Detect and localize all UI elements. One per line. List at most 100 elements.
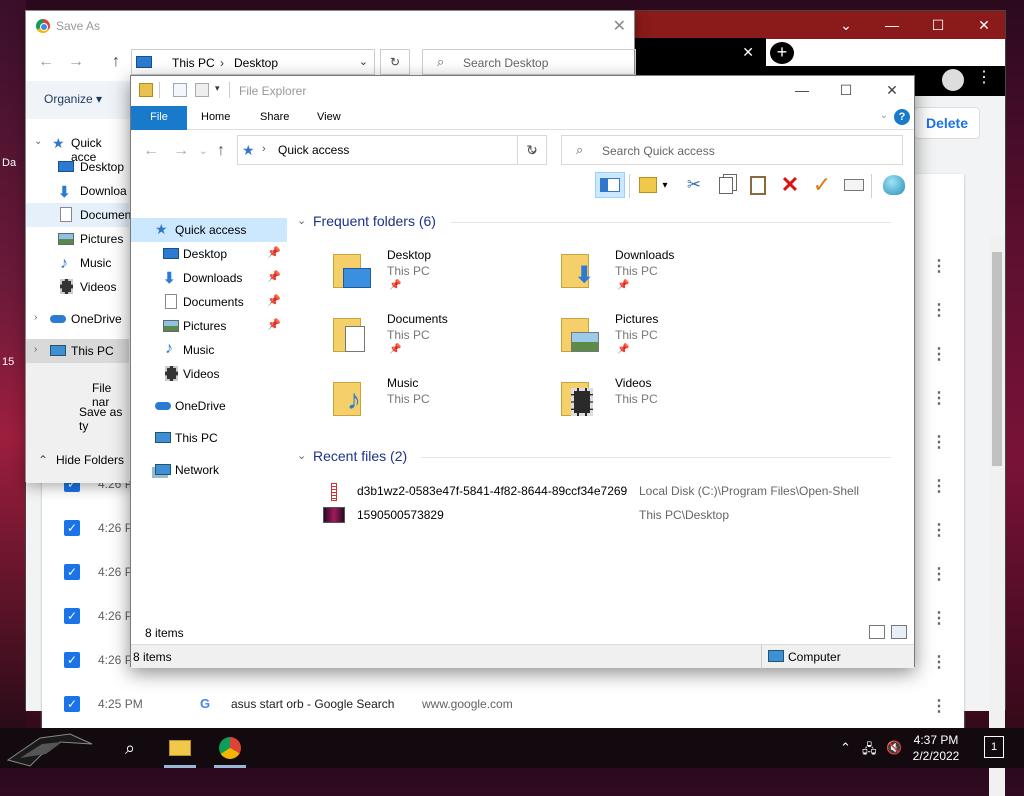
recent-file-row[interactable]: 1590500573829 This PC\Desktop	[323, 505, 883, 527]
clock[interactable]: 4:37 PM 2/2/2022	[906, 732, 966, 764]
minimize-button[interactable]: —	[869, 11, 915, 39]
row-menu-icon[interactable]: ⋮	[931, 344, 947, 364]
properties-button[interactable]	[841, 172, 867, 198]
forward-arrow-icon[interactable]: →	[68, 53, 84, 71]
network-icon[interactable]: 🖧	[862, 740, 877, 762]
delete-button[interactable]: Delete	[914, 107, 980, 139]
refresh-button[interactable]: ↻	[517, 135, 547, 165]
checkbox[interactable]: ✓	[64, 652, 80, 668]
tab-share[interactable]: Share	[246, 106, 303, 130]
checkbox[interactable]: ✓	[64, 520, 80, 536]
search-button[interactable]: ⌕	[116, 734, 144, 762]
forward-arrow-icon[interactable]: →	[173, 142, 189, 160]
history-row[interactable]: ✓ 4:25 PM G asus start orb - Google Sear…	[64, 694, 944, 716]
search-input[interactable]: ⌕ Search Desktop	[422, 49, 636, 75]
checkbox[interactable]: ✓	[64, 564, 80, 580]
row-menu-icon[interactable]: ⋮	[931, 256, 947, 276]
rename-button[interactable]: ✓	[809, 172, 835, 198]
new-folder-icon[interactable]	[195, 83, 209, 97]
back-arrow-icon[interactable]: ←	[38, 53, 54, 71]
nav-item-this-pc[interactable]: This PC	[131, 426, 287, 450]
tree-item-desktop[interactable]: Desktop	[26, 155, 129, 179]
tab-close-icon[interactable]: ✕	[742, 44, 754, 61]
scrollbar-thumb[interactable]	[992, 252, 1002, 466]
nav-item-onedrive[interactable]: OneDrive	[131, 394, 287, 418]
search-input[interactable]: ⌕ Search Quick access	[561, 135, 903, 165]
profile-avatar[interactable]	[942, 69, 964, 91]
hide-folders-button[interactable]: Hide Folders	[56, 453, 124, 467]
nav-item-music[interactable]: ♪ Music	[131, 338, 287, 362]
large-icons-view-icon[interactable]	[891, 625, 907, 639]
close-button[interactable]: ✕	[613, 16, 626, 36]
chevron-down-icon[interactable]: ⌄	[359, 55, 368, 68]
preview-pane-button[interactable]	[595, 172, 625, 198]
tab-file[interactable]: File	[131, 106, 187, 130]
scrollbar[interactable]	[989, 236, 1005, 796]
nav-item-network[interactable]: Network	[131, 458, 287, 482]
up-arrow-icon[interactable]: ↑	[217, 142, 225, 160]
back-arrow-icon[interactable]: ←	[143, 142, 159, 160]
nav-item-downloads[interactable]: ⬇ Downloads 📌	[131, 266, 287, 290]
maximize-button[interactable]: ☐	[915, 11, 961, 39]
paste-button[interactable]	[745, 172, 771, 198]
chevron-up-icon[interactable]: ⌃	[840, 740, 851, 756]
chrome-taskbar-button[interactable]	[216, 734, 244, 762]
folder-tile-pictures[interactable]: Pictures This PC 📌	[559, 308, 787, 368]
notification-center-button[interactable]: 1	[984, 736, 1004, 758]
tree-item-this-pc[interactable]: › This PC	[26, 339, 129, 363]
checkbox[interactable]: ✓	[64, 696, 80, 712]
folder-tile-desktop[interactable]: Desktop This PC 📌	[331, 244, 559, 304]
tree-item-onedrive[interactable]: › OneDrive	[26, 307, 129, 331]
properties-icon[interactable]	[173, 83, 187, 97]
nav-item-pictures[interactable]: Pictures 📌	[131, 314, 287, 338]
checkbox[interactable]: ✓	[64, 608, 80, 624]
delete-button[interactable]: ✕	[777, 172, 803, 198]
browser-tab[interactable]: ✕	[626, 38, 766, 66]
tree-item-quick-access[interactable]: ⌄ ★ Quick acce	[26, 131, 129, 164]
close-button[interactable]: ✕	[961, 11, 1007, 39]
minimize-button[interactable]: ⌄	[823, 11, 869, 39]
history-title[interactable]: asus start orb - Google Search	[231, 697, 394, 711]
up-arrow-icon[interactable]: ↑	[112, 53, 120, 71]
tab-home[interactable]: Home	[187, 106, 244, 130]
folder-tile-videos[interactable]: Videos This PC	[559, 372, 787, 432]
browser-menu-icon[interactable]: ⋮	[976, 67, 992, 87]
nav-item-quick-access[interactable]: ★ Quick access	[131, 218, 287, 242]
recent-file-row[interactable]: d3b1wz2-0583e47f-5841-4f82-8644-89ccf34e…	[323, 481, 883, 503]
new-item-dropdown[interactable]: ▾	[659, 172, 671, 198]
row-menu-icon[interactable]: ⋮	[931, 388, 947, 408]
tree-item-pictures[interactable]: Pictures	[26, 227, 129, 251]
tab-view[interactable]: View	[303, 106, 355, 130]
chevron-down-icon[interactable]: ⌄	[199, 146, 207, 157]
tree-item-downloads[interactable]: ⬇ Downloa	[26, 179, 129, 203]
breadcrumb-root[interactable]: This PC	[172, 56, 215, 70]
nav-item-documents[interactable]: Documents 📌	[131, 290, 287, 314]
address-bar[interactable]: This PC › Desktop ⌄	[131, 49, 375, 75]
minimize-button[interactable]: —	[779, 76, 825, 104]
copy-button[interactable]	[713, 172, 739, 198]
folder-tile-music[interactable]: ♪ Music This PC	[331, 372, 559, 432]
row-menu-icon[interactable]: ⋮	[931, 432, 947, 452]
nav-item-videos[interactable]: Videos	[131, 362, 287, 386]
breadcrumb-current[interactable]: Desktop	[234, 56, 278, 70]
folder-tile-documents[interactable]: Documents This PC 📌	[331, 308, 559, 368]
maximize-button[interactable]: ☐	[823, 76, 869, 104]
volume-muted-icon[interactable]: 🔇	[886, 740, 902, 756]
chevron-down-icon[interactable]: ⌄	[880, 110, 888, 121]
new-item-button[interactable]	[635, 172, 661, 198]
new-tab-button[interactable]: +	[770, 42, 794, 64]
details-view-icon[interactable]	[869, 625, 885, 639]
refresh-button[interactable]: ↻	[380, 49, 410, 75]
tree-item-documents[interactable]: Documen	[26, 203, 131, 227]
customize-quick-access-icon[interactable]: ▾	[215, 83, 229, 97]
address-bar[interactable]: ★ › Quick access ⌄	[237, 135, 547, 165]
help-icon[interactable]: ?	[894, 109, 910, 125]
file-explorer-taskbar-button[interactable]	[166, 734, 194, 762]
cut-button[interactable]: ✂	[681, 172, 707, 198]
nav-item-desktop[interactable]: Desktop 📌	[131, 242, 287, 266]
classic-shell-button[interactable]	[881, 172, 907, 198]
tree-item-videos[interactable]: Videos	[26, 275, 129, 299]
organize-button[interactable]: Organize ▾	[44, 92, 102, 106]
start-button[interactable]	[0, 728, 98, 768]
row-menu-icon[interactable]: ⋮	[931, 300, 947, 320]
